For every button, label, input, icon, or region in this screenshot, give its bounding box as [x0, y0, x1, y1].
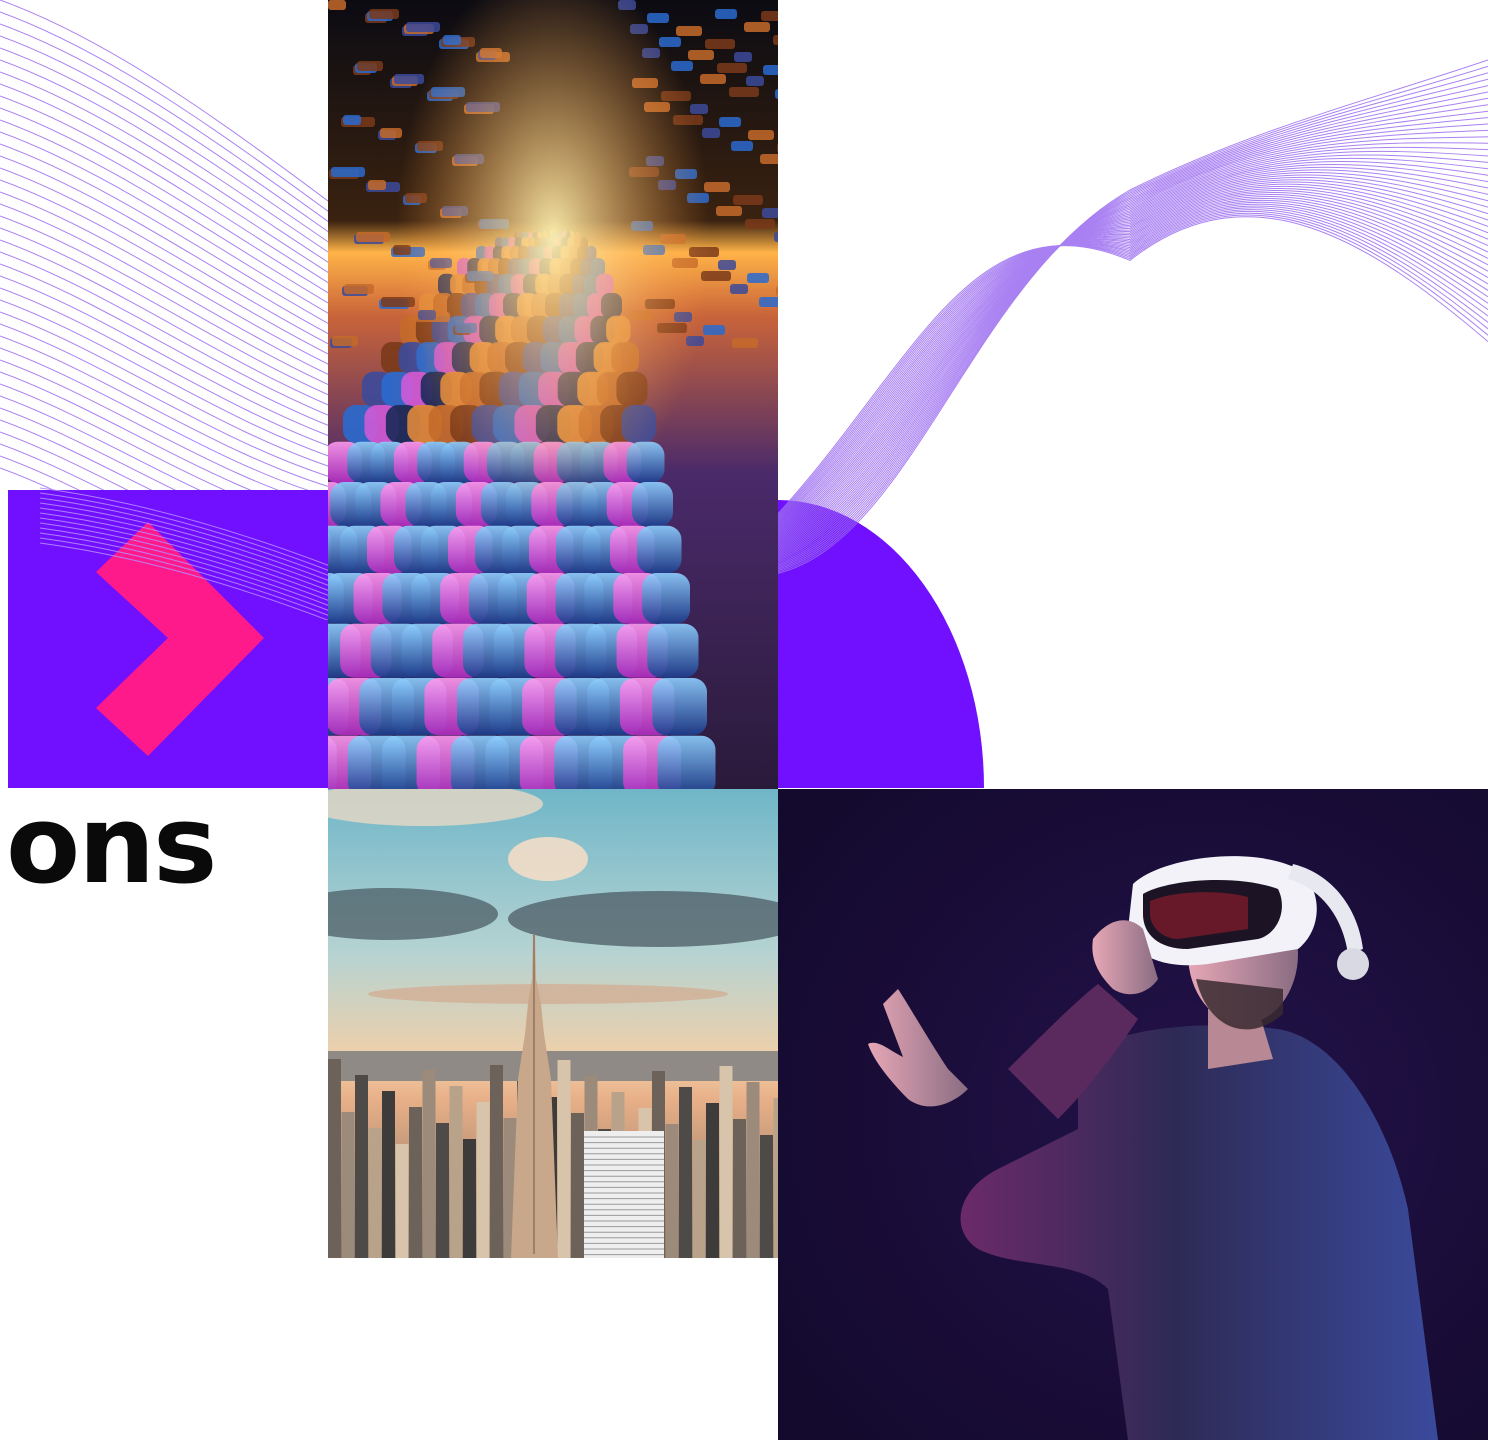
wave-lines-over-block [39, 487, 331, 620]
wave-lines-right [770, 59, 1488, 576]
hero-heading-fragment: ons [6, 783, 217, 908]
vr-headset-person-image [778, 789, 1488, 1440]
city-skyline-image [328, 789, 778, 1258]
abstract-tunnel-image [328, 0, 778, 789]
